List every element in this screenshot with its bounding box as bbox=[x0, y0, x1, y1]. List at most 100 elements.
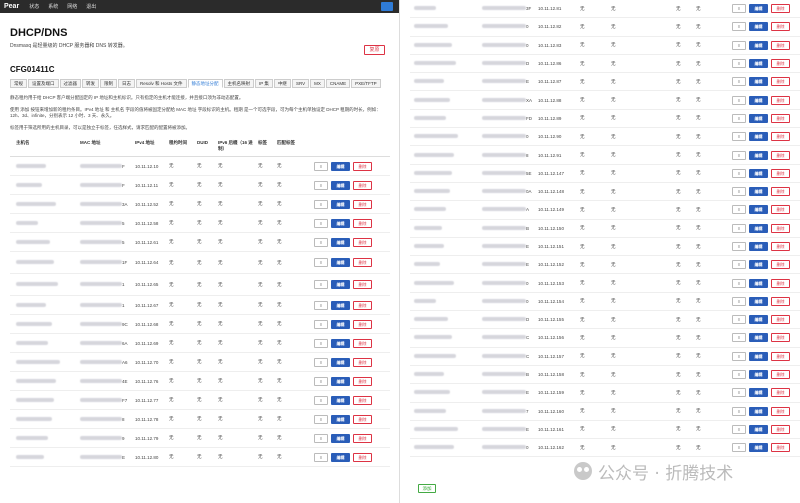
more-button[interactable]: ≡ bbox=[314, 199, 328, 209]
edit-button[interactable]: 编辑 bbox=[331, 452, 350, 462]
edit-button[interactable]: 编辑 bbox=[331, 199, 350, 209]
unsaved-changes-button[interactable] bbox=[381, 2, 393, 11]
delete-button[interactable]: 删除 bbox=[353, 161, 372, 171]
edit-button[interactable]: 编辑 bbox=[749, 150, 768, 160]
delete-button[interactable]: 删除 bbox=[771, 333, 790, 343]
more-button[interactable]: ≡ bbox=[314, 376, 328, 386]
more-button[interactable]: ≡ bbox=[314, 319, 328, 329]
more-button[interactable]: ≡ bbox=[732, 370, 746, 380]
delete-button[interactable]: 删除 bbox=[771, 406, 790, 416]
delete-button[interactable]: 删除 bbox=[353, 433, 372, 443]
delete-button[interactable]: 删除 bbox=[353, 280, 372, 289]
more-button[interactable]: ≡ bbox=[732, 242, 746, 251]
tab-item[interactable]: MX bbox=[310, 79, 325, 88]
edit-button[interactable]: 编辑 bbox=[331, 218, 350, 228]
edit-button[interactable]: 编辑 bbox=[749, 4, 768, 14]
more-button[interactable]: ≡ bbox=[314, 452, 328, 462]
more-button[interactable]: ≡ bbox=[314, 237, 328, 247]
tab-item[interactable]: SRV bbox=[291, 79, 310, 88]
delete-button[interactable]: 删除 bbox=[771, 205, 790, 215]
more-button[interactable]: ≡ bbox=[732, 443, 746, 453]
reset-button[interactable]: 复原 bbox=[364, 45, 385, 55]
delete-button[interactable]: 删除 bbox=[353, 357, 372, 367]
more-button[interactable]: ≡ bbox=[314, 258, 328, 267]
delete-button[interactable]: 删除 bbox=[771, 424, 790, 434]
edit-button[interactable]: 编辑 bbox=[749, 113, 768, 123]
edit-button[interactable]: 编辑 bbox=[749, 205, 768, 215]
edit-button[interactable]: 编辑 bbox=[331, 180, 350, 190]
delete-button[interactable]: 删除 bbox=[771, 443, 790, 453]
delete-button[interactable]: 删除 bbox=[771, 242, 790, 251]
tab-item[interactable]: 中继 bbox=[273, 79, 291, 88]
more-button[interactable]: ≡ bbox=[732, 351, 746, 361]
delete-button[interactable]: 删除 bbox=[353, 452, 372, 462]
delete-button[interactable]: 删除 bbox=[771, 351, 790, 361]
edit-button[interactable]: 编辑 bbox=[331, 357, 350, 367]
edit-button[interactable]: 编辑 bbox=[749, 296, 768, 306]
delete-button[interactable]: 删除 bbox=[771, 40, 790, 50]
tab-item[interactable]: 限制 bbox=[100, 79, 117, 88]
more-button[interactable]: ≡ bbox=[314, 180, 328, 190]
more-button[interactable]: ≡ bbox=[732, 333, 746, 343]
delete-button[interactable]: 删除 bbox=[771, 59, 790, 69]
edit-button[interactable]: 编辑 bbox=[331, 280, 350, 289]
delete-button[interactable]: 删除 bbox=[771, 150, 790, 160]
edit-button[interactable]: 编辑 bbox=[331, 300, 350, 310]
brand-logo[interactable]: Pear bbox=[4, 3, 19, 10]
more-button[interactable]: ≡ bbox=[732, 168, 746, 178]
delete-button[interactable]: 删除 bbox=[353, 180, 372, 190]
delete-button[interactable]: 删除 bbox=[771, 22, 790, 32]
edit-button[interactable]: 编辑 bbox=[331, 319, 350, 329]
edit-button[interactable]: 编辑 bbox=[749, 370, 768, 380]
edit-button[interactable]: 编辑 bbox=[749, 59, 768, 69]
delete-button[interactable]: 删除 bbox=[771, 113, 790, 123]
delete-button[interactable]: 删除 bbox=[771, 278, 790, 288]
edit-button[interactable]: 编辑 bbox=[749, 223, 768, 233]
more-button[interactable]: ≡ bbox=[314, 433, 328, 443]
edit-button[interactable]: 编辑 bbox=[331, 161, 350, 171]
tab-item[interactable]: PXE/TFTP bbox=[351, 79, 381, 88]
delete-button[interactable]: 删除 bbox=[771, 315, 790, 325]
edit-button[interactable]: 编辑 bbox=[749, 40, 768, 50]
edit-button[interactable]: 编辑 bbox=[749, 351, 768, 361]
more-button[interactable]: ≡ bbox=[732, 315, 746, 325]
more-button[interactable]: ≡ bbox=[732, 59, 746, 69]
menu-item-logout[interactable]: 退出 bbox=[86, 3, 96, 10]
delete-button[interactable]: 删除 bbox=[353, 414, 372, 424]
delete-button[interactable]: 删除 bbox=[771, 187, 790, 197]
more-button[interactable]: ≡ bbox=[732, 187, 746, 197]
more-button[interactable]: ≡ bbox=[732, 205, 746, 215]
tab-item[interactable]: Resolv 和 Hosts 文件 bbox=[136, 79, 187, 88]
delete-button[interactable]: 删除 bbox=[771, 388, 790, 398]
more-button[interactable]: ≡ bbox=[732, 113, 746, 123]
more-button[interactable]: ≡ bbox=[314, 395, 328, 405]
more-button[interactable]: ≡ bbox=[732, 150, 746, 160]
tab-item[interactable]: 设置及端口 bbox=[28, 79, 59, 88]
tab-item[interactable]: 转发 bbox=[82, 79, 99, 88]
tab-item[interactable]: 日志 bbox=[118, 79, 135, 88]
edit-button[interactable]: 编辑 bbox=[331, 376, 350, 386]
more-button[interactable]: ≡ bbox=[732, 424, 746, 434]
more-button[interactable]: ≡ bbox=[732, 4, 746, 14]
more-button[interactable]: ≡ bbox=[732, 22, 746, 32]
delete-button[interactable]: 删除 bbox=[353, 237, 372, 247]
tab-item[interactable]: 过滤器 bbox=[59, 79, 81, 88]
delete-button[interactable]: 删除 bbox=[771, 95, 790, 105]
delete-button[interactable]: 删除 bbox=[771, 168, 790, 178]
more-button[interactable]: ≡ bbox=[314, 218, 328, 228]
more-button[interactable]: ≡ bbox=[732, 40, 746, 50]
delete-button[interactable]: 删除 bbox=[353, 218, 372, 228]
more-button[interactable]: ≡ bbox=[314, 280, 328, 289]
delete-button[interactable]: 删除 bbox=[771, 132, 790, 142]
edit-button[interactable]: 编辑 bbox=[331, 414, 350, 424]
edit-button[interactable]: 编辑 bbox=[749, 278, 768, 288]
edit-button[interactable]: 编辑 bbox=[331, 395, 350, 405]
more-button[interactable]: ≡ bbox=[732, 388, 746, 398]
more-button[interactable]: ≡ bbox=[314, 357, 328, 367]
menu-item-system[interactable]: 系统 bbox=[48, 3, 58, 10]
edit-button[interactable]: 编辑 bbox=[331, 258, 350, 267]
edit-button[interactable]: 编辑 bbox=[749, 77, 768, 87]
tab-item[interactable]: 主机名映射 bbox=[223, 79, 255, 88]
more-button[interactable]: ≡ bbox=[732, 223, 746, 233]
edit-button[interactable]: 编辑 bbox=[331, 237, 350, 247]
